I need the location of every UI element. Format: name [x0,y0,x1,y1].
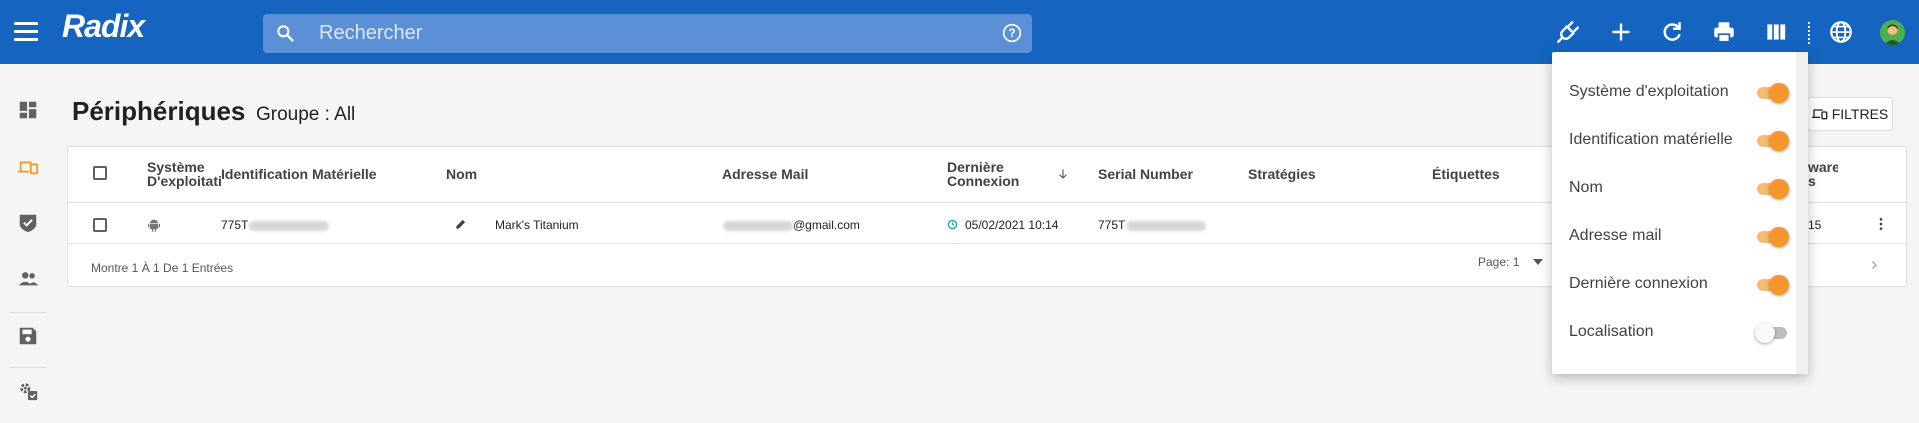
page-title: Périphériques [72,96,246,126]
settings-apps-icon[interactable] [17,380,39,402]
menu-item-last-connection[interactable]: Dernière connexion [1569,272,1789,296]
serial-cell: 775T [1098,218,1207,232]
redacted-serial [1126,220,1207,231]
menu-item-label: Système d'exploitation [1569,83,1729,100]
redacted-mail-user [723,220,793,231]
devices-icon[interactable] [17,156,39,178]
menu-item-label: Identification matérielle [1569,131,1733,148]
row-checkbox[interactable] [93,218,107,232]
menu-item-mail[interactable]: Adresse mail [1569,224,1789,248]
help-icon[interactable]: ? [1002,23,1022,43]
toggle-switch[interactable] [1755,227,1789,247]
redacted-hw-id [249,220,330,231]
app-logo[interactable]: Radix [62,8,145,45]
plug-icon[interactable] [1555,19,1581,45]
serial-prefix: 775T [1098,218,1126,232]
filters-label: FILTRES [1831,106,1889,122]
column-header-name[interactable]: Nom [446,167,477,181]
mail-domain: @gmail.com [793,218,860,232]
toggle-knob [1755,323,1775,343]
device-name-cell: Mark's Titanium [495,218,579,232]
menu-scrollbar[interactable] [1796,52,1808,374]
column-header-os[interactable]: Système D'exploitati [147,160,223,190]
plus-icon[interactable] [1608,19,1634,45]
column-header-hw-id[interactable]: Identification Matérielle [221,167,377,181]
online-status-icon [947,219,958,230]
toggle-switch[interactable] [1755,131,1789,151]
sort-arrow-down-icon[interactable] [1056,167,1070,181]
toggle-switch[interactable] [1755,179,1789,199]
columns-icon[interactable] [1763,19,1789,45]
refresh-icon[interactable] [1659,19,1685,45]
group-label: Groupe : All [256,104,356,125]
last-connection-cell: 05/02/2021 10:14 [965,218,1059,232]
sidebar-divider [10,312,46,313]
search-icon [277,25,294,42]
svg-text:?: ? [1008,27,1015,40]
menu-item-name[interactable]: Nom [1569,176,1789,200]
pagination-summary: Montre 1 À 1 De 1 Entrées [91,261,234,275]
menu-item-os[interactable]: Système d'exploitation [1569,80,1789,104]
filters-button[interactable]: FILTRES [1807,97,1893,131]
print-icon[interactable] [1711,19,1737,45]
toggle-knob [1769,275,1789,295]
column-visibility-menu: Système d'exploitation Identification mat… [1552,52,1808,374]
column-header-serial[interactable]: Serial Number [1098,167,1193,181]
sidebar-divider [10,367,46,368]
column-header-mail[interactable]: Adresse Mail [722,167,808,181]
hw-id-prefix: 775T [221,218,249,232]
shield-check-icon[interactable] [17,212,39,234]
menu-item-hw-id[interactable]: Identification matérielle [1569,128,1789,152]
column-header-tags[interactable]: Étiquettes [1432,167,1500,181]
search-input[interactable] [317,14,967,53]
page-selector-label: Page: 1 [1478,255,1520,269]
select-all-checkbox[interactable] [93,166,107,180]
page-selector[interactable]: Page: 1 [1478,255,1543,269]
toggle-knob [1769,179,1789,199]
menu-item-label: Dernière connexion [1569,275,1708,292]
firmware-cell: 15 [1808,218,1822,232]
mail-cell: @gmail.com [722,218,860,232]
dashboard-icon[interactable] [17,99,39,121]
android-icon [148,219,160,232]
toggle-switch[interactable] [1755,275,1789,295]
search-bar: ? [263,14,1032,53]
users-icon[interactable] [17,268,39,290]
user-avatar-icon [1880,20,1905,45]
chevron-down-icon [1532,259,1543,265]
column-header-last-connection[interactable]: Dernière Connexion [947,160,1027,188]
toggle-knob [1769,83,1789,103]
menu-item-label: Localisation [1569,323,1654,340]
toggle-knob [1769,227,1789,247]
globe-icon[interactable] [1828,19,1854,45]
next-page-icon[interactable] [1868,258,1880,272]
column-header-firmware[interactable]: ware s [1808,160,1838,190]
sidebar [0,64,56,423]
menu-icon[interactable] [14,22,38,42]
hw-id-cell: 775T [221,218,330,232]
avatar[interactable] [1880,20,1905,45]
toggle-knob [1769,131,1789,151]
menu-item-location[interactable]: Localisation [1569,320,1789,344]
column-header-strategies[interactable]: Stratégies [1248,167,1316,181]
menu-item-label: Nom [1569,179,1603,196]
edit-pencil-icon[interactable] [454,217,468,231]
menu-item-label: Adresse mail [1569,227,1662,244]
toolbar-divider [1808,22,1810,44]
save-icon[interactable] [17,325,39,347]
devices-filter-icon [1811,109,1828,120]
toggle-switch[interactable] [1755,323,1789,343]
more-vert-icon[interactable] [1873,215,1889,233]
toggle-switch[interactable] [1755,83,1789,103]
